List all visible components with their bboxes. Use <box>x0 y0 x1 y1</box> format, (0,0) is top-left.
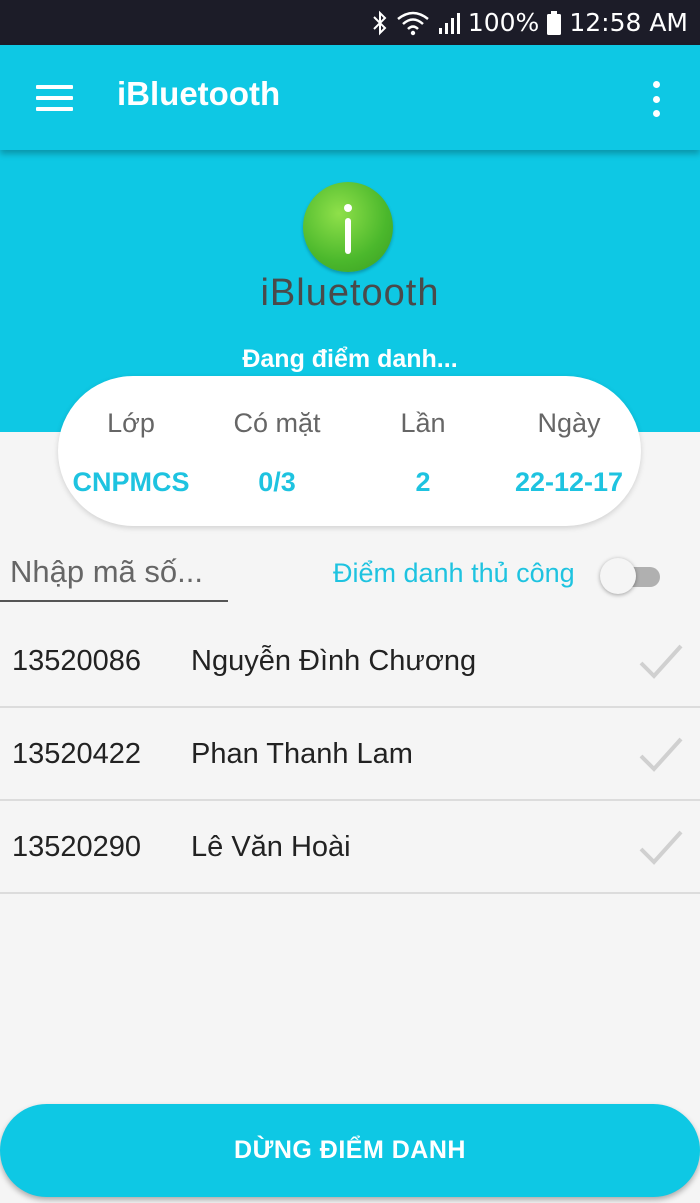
student-id-field <box>0 548 228 602</box>
date-value: 22-12-17 <box>514 467 624 497</box>
student-row[interactable]: 13520290 Lê Văn Hoài <box>0 801 700 894</box>
check-icon[interactable] <box>638 641 684 681</box>
student-name: Lê Văn Hoài <box>191 831 351 863</box>
class-value: CNPMCS <box>72 467 190 497</box>
check-icon[interactable] <box>638 734 684 774</box>
student-id: 13520086 <box>12 645 142 677</box>
app-logo <box>303 182 393 272</box>
session-value: 2 <box>415 467 431 497</box>
check-icon[interactable] <box>638 827 684 867</box>
wifi-icon <box>396 10 430 36</box>
stop-attendance-button[interactable]: DỪNG ĐIỂM DANH <box>0 1104 700 1197</box>
student-id: 13520290 <box>12 831 142 863</box>
present-value: 0/3 <box>258 467 296 497</box>
menu-icon[interactable] <box>36 85 74 111</box>
present-label: Có mặt <box>233 408 321 438</box>
logo-text: iBluetooth <box>260 272 440 314</box>
date-label: Ngày <box>537 408 601 438</box>
bluetooth-icon <box>372 10 388 36</box>
attendance-status: Đang điểm danh... <box>242 345 458 373</box>
session-label: Lần <box>400 408 446 438</box>
student-list: 13520086 Nguyễn Đình Chương 13520422 Pha… <box>0 615 700 894</box>
status-bar: 100% 12:58 AM <box>0 0 700 45</box>
app-title: iBluetooth <box>117 75 281 112</box>
more-vert-icon[interactable] <box>644 81 668 117</box>
manual-attendance-label: Điểm danh thủ công <box>333 558 575 588</box>
app-bar: iBluetooth <box>0 45 700 150</box>
summary-card: Lớp CNPMCS Có mặt 0/3 Lần 2 Ngày 22-12-1… <box>58 376 641 526</box>
battery-percent: 100% <box>467 8 540 37</box>
class-label: Lớp <box>107 408 155 438</box>
signal-icon <box>438 11 460 35</box>
clock: 12:58 AM <box>569 8 688 37</box>
student-id-input[interactable] <box>0 548 228 596</box>
student-name: Phan Thanh Lam <box>191 738 413 770</box>
battery-icon <box>547 10 562 35</box>
student-id: 13520422 <box>12 738 142 770</box>
manual-attendance-toggle[interactable] <box>600 556 662 594</box>
student-row[interactable]: 13520086 Nguyễn Đình Chương <box>0 615 700 708</box>
student-row[interactable]: 13520422 Phan Thanh Lam <box>0 708 700 801</box>
student-name: Nguyễn Đình Chương <box>191 645 477 677</box>
